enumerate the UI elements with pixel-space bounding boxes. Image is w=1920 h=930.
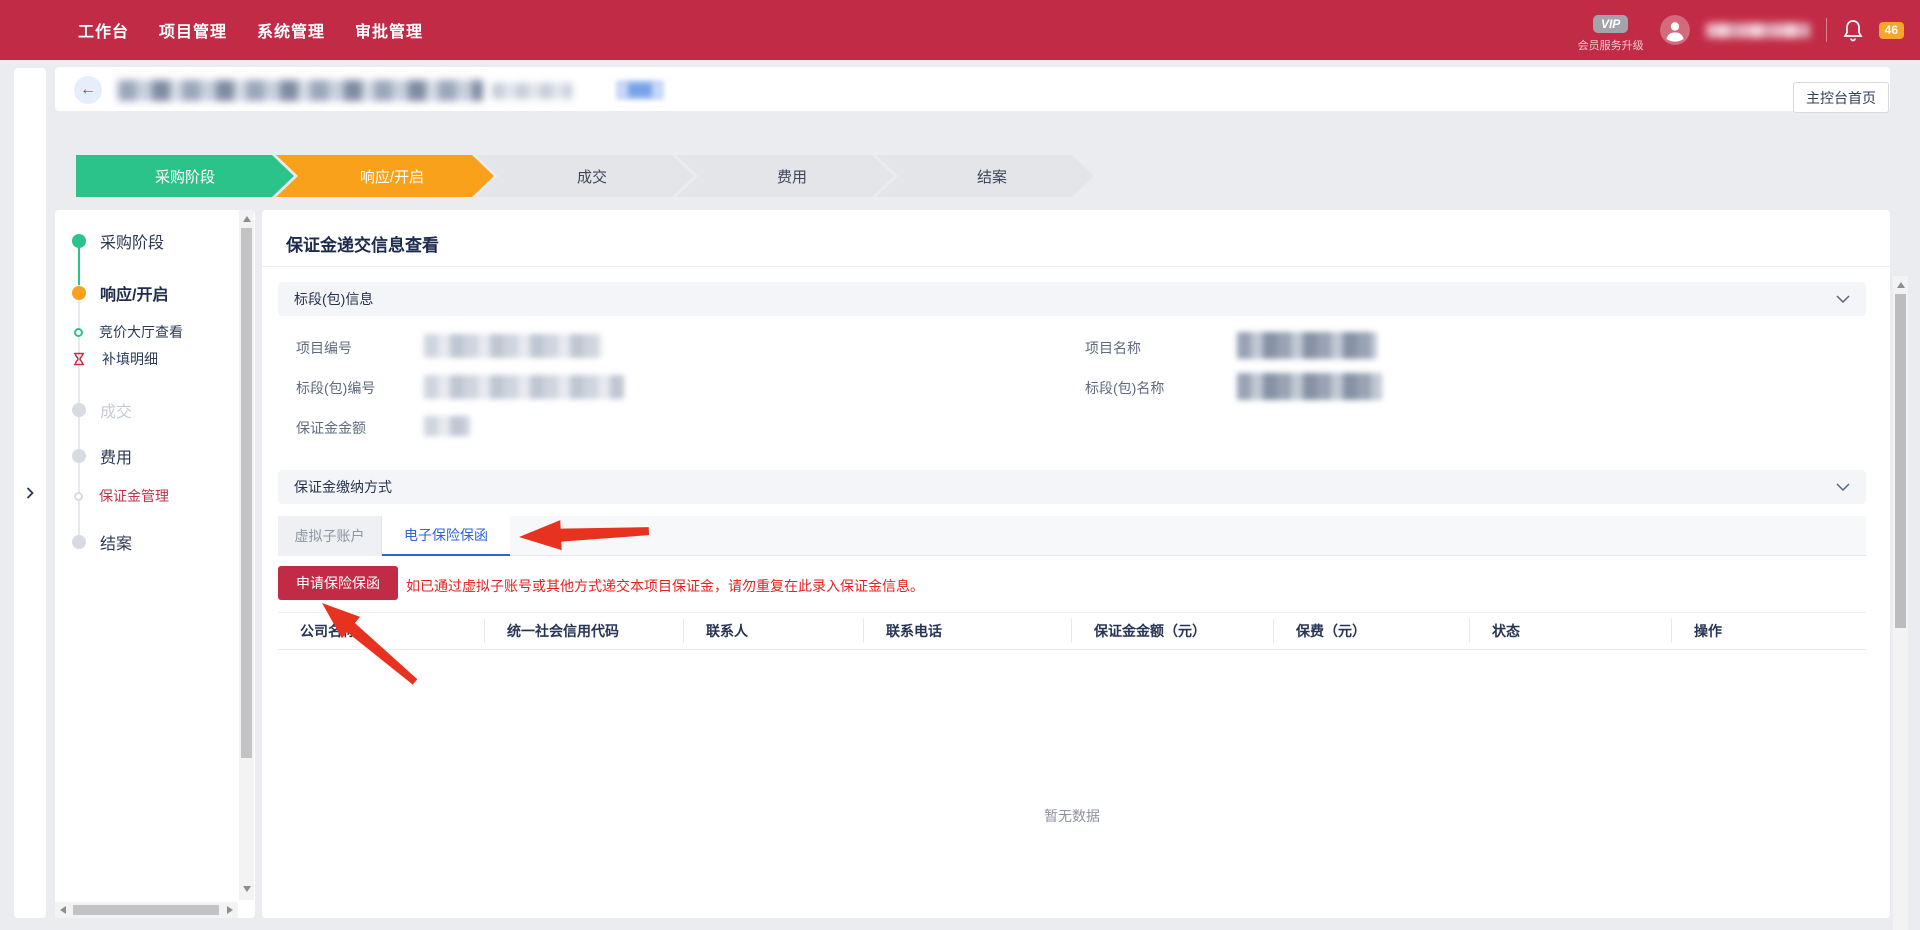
sidebar-item-label: 采购阶段: [100, 229, 164, 253]
back-arrow-icon: ←: [80, 81, 96, 99]
empty-state-text: 暂无数据: [278, 806, 1866, 826]
col-premium: 保费（元）: [1273, 619, 1469, 643]
guarantee-table-header: 公司名称 统一社会信用代码 联系人 联系电话 保证金金额（元） 保费（元） 状态…: [278, 612, 1866, 650]
section-title: 保证金缴纳方式: [294, 477, 392, 497]
chevron-down-icon[interactable]: [1836, 295, 1850, 303]
field-label-project-name: 项目名称: [1085, 338, 1141, 358]
sidebar-item-response-open[interactable]: 响应/开启: [72, 281, 168, 305]
scroll-left-arrow[interactable]: [60, 906, 66, 914]
vip-caption: 会员服务升级: [1578, 37, 1644, 53]
field-value-package-no-redacted: [424, 375, 624, 399]
vip-icon: VIP: [1593, 15, 1628, 33]
sidebar-item-label: 费用: [100, 444, 132, 468]
col-deposit-amount: 保证金金额（元）: [1071, 619, 1273, 643]
hourglass-icon: [72, 352, 86, 366]
sidebar-item-label: 竞价大厅查看: [99, 322, 183, 342]
username-redacted: [1706, 23, 1810, 38]
main-vertical-scroll-thumb[interactable]: [1895, 294, 1906, 628]
col-contact-phone: 联系电话: [863, 619, 1071, 643]
tab-virtual-subaccount[interactable]: 虚拟子账户: [278, 516, 382, 556]
dot-hollow-gray-icon: [74, 492, 83, 501]
avatar[interactable]: [1660, 15, 1690, 45]
dot-pending-icon: [72, 449, 86, 463]
sidebar-item-label: 保证金管理: [99, 486, 169, 506]
scroll-up-arrow[interactable]: [243, 216, 251, 222]
section-header-payment-method[interactable]: 保证金缴纳方式: [278, 470, 1866, 504]
col-actions: 操作: [1671, 619, 1866, 643]
field-label-deposit-amount: 保证金金额: [296, 418, 366, 438]
vip-upgrade[interactable]: VIP 会员服务升级: [1578, 15, 1644, 53]
field-value-project-no-redacted: [424, 334, 602, 358]
bell-icon[interactable]: [1843, 19, 1863, 42]
section-header-package-info[interactable]: 标段(包)信息: [278, 282, 1866, 316]
drawer-expand-handle[interactable]: [14, 68, 46, 918]
sidebar-item-deal[interactable]: 成交: [72, 398, 132, 422]
page: 工作台 项目管理 系统管理 审批管理 VIP 会员服务升级: [0, 0, 1920, 930]
topbar: 工作台 项目管理 系统管理 审批管理 VIP 会员服务升级: [0, 0, 1920, 60]
col-status: 状态: [1469, 619, 1671, 643]
back-button[interactable]: ←: [74, 76, 102, 104]
chevron-down-icon[interactable]: [1836, 483, 1850, 491]
status-tag-redacted-inner: [628, 83, 652, 97]
project-title-redacted-2: [492, 83, 572, 99]
dot-pending-icon: [72, 403, 86, 417]
sidebar-item-label: 成交: [100, 398, 132, 422]
top-navigation: 工作台 项目管理 系统管理 审批管理: [78, 18, 423, 42]
nav-item-project-management[interactable]: 项目管理: [159, 18, 227, 42]
sidebar-horizontal-scroll-thumb[interactable]: [73, 905, 219, 915]
sidebar-item-deposit-management[interactable]: 保证金管理: [74, 486, 169, 506]
nav-item-approval-management[interactable]: 审批管理: [355, 18, 423, 42]
dot-done-icon: [72, 234, 86, 248]
chevron-right-icon: [26, 487, 34, 499]
sidebar-item-label: 响应/开启: [100, 281, 168, 305]
sidebar-item-fees[interactable]: 费用: [72, 444, 132, 468]
col-contact-person: 联系人: [683, 619, 863, 643]
field-label-package-name: 标段(包)名称: [1085, 378, 1164, 398]
field-value-deposit-amount-redacted: [424, 416, 470, 436]
col-company-name: 公司名称: [278, 619, 484, 643]
dot-active-icon: [72, 286, 86, 300]
sidebar-item-closing[interactable]: 结案: [72, 530, 132, 554]
stage-step-response-open[interactable]: 响应/开启: [276, 155, 494, 197]
sidebar-item-procurement[interactable]: 采购阶段: [72, 229, 164, 253]
tab-electronic-insurance-guarantee[interactable]: 电子保险保函: [382, 516, 510, 556]
scroll-up-arrow[interactable]: [1897, 282, 1905, 288]
notification-count-badge: 46: [1879, 22, 1904, 39]
stage-step-deal[interactable]: 成交: [476, 155, 694, 197]
stage-step-procurement[interactable]: 采购阶段: [76, 155, 294, 197]
scroll-right-arrow[interactable]: [227, 906, 233, 914]
sidebar: [55, 210, 255, 918]
sidebar-item-label: 结案: [100, 530, 132, 554]
nav-item-workbench[interactable]: 工作台: [78, 18, 129, 42]
dot-pending-icon: [72, 535, 86, 549]
sidebar-vertical-scroll-thumb[interactable]: [241, 228, 252, 758]
stage-step-closing[interactable]: 结案: [876, 155, 1094, 197]
user-icon: [1660, 15, 1690, 45]
sidebar-item-fill-details[interactable]: 补填明细: [72, 349, 158, 369]
col-credit-code: 统一社会信用代码: [484, 619, 683, 643]
duplicate-deposit-warning: 如已通过虚拟子账号或其他方式递交本项目保证金，请勿重复在此录入保证金信息。: [406, 576, 924, 596]
topbar-divider: [1826, 18, 1827, 42]
field-value-project-name-redacted: [1237, 332, 1377, 359]
section-title: 标段(包)信息: [294, 289, 373, 309]
field-label-package-no: 标段(包)编号: [296, 378, 375, 398]
field-label-project-no: 项目编号: [296, 338, 352, 358]
title-divider: [262, 266, 1890, 267]
sidebar-item-label: 补填明细: [102, 349, 158, 369]
console-home-button[interactable]: 主控台首页: [1793, 82, 1889, 113]
stage-step-fees[interactable]: 费用: [676, 155, 894, 197]
dot-hollow-green-icon: [74, 328, 83, 337]
payment-tabbar: 虚拟子账户 电子保险保函: [278, 516, 1866, 556]
project-title-redacted: [118, 80, 483, 101]
scroll-down-arrow[interactable]: [243, 886, 251, 892]
apply-insurance-guarantee-button[interactable]: 申请保险保函: [278, 566, 398, 600]
page-title: 保证金递交信息查看: [286, 231, 439, 256]
sidebar-item-bidding-hall[interactable]: 竞价大厅查看: [74, 322, 183, 342]
nav-item-system-management[interactable]: 系统管理: [257, 18, 325, 42]
field-value-package-name-redacted: [1237, 373, 1382, 400]
